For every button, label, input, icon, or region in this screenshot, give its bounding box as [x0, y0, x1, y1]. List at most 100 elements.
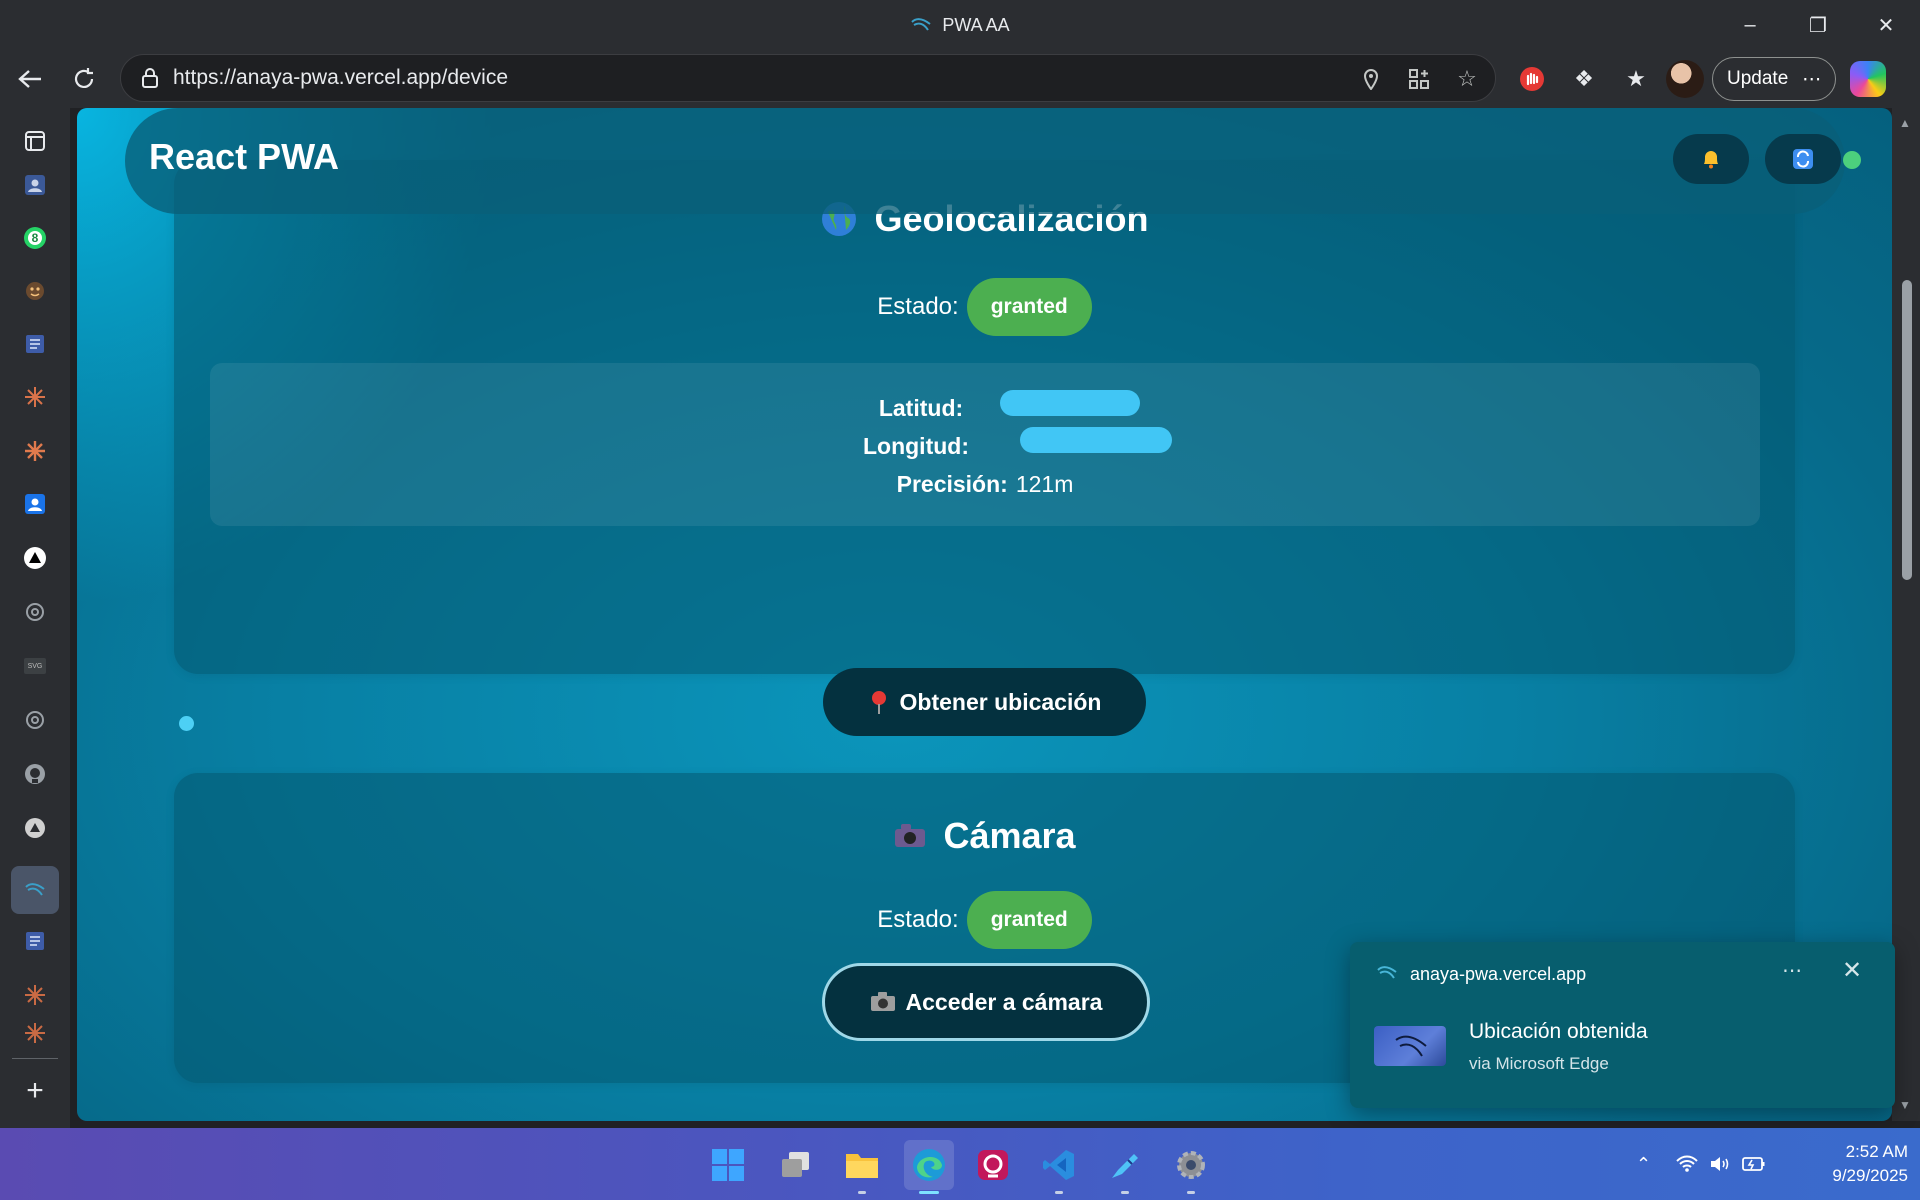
browser-toolbar: https://anaya-pwa.vercel.app/device ☆ ❖ … — [0, 50, 1920, 108]
latitude-label: Latitud: — [878, 395, 964, 421]
precision-value: 121m — [1015, 471, 1074, 497]
running-indicator — [1121, 1191, 1129, 1194]
svg-tool-icon[interactable]: SVG — [14, 645, 56, 687]
shield-app-icon — [978, 1150, 1008, 1180]
progress-dot — [179, 716, 194, 731]
refresh-icon — [1793, 149, 1813, 169]
tab-actions-icon[interactable] — [14, 120, 56, 162]
taskbar-clock[interactable]: 2:52 AM 9/29/2025 — [1790, 1140, 1908, 1188]
address-bar[interactable]: https://anaya-pwa.vercel.app/device ☆ — [120, 54, 1496, 102]
folder-icon — [846, 1154, 878, 1178]
copilot-icon[interactable] — [1850, 61, 1887, 97]
coordinates-panel: Latitud: Longitud: Precisión: 121m — [210, 363, 1760, 526]
sidebar-contact-icon[interactable] — [14, 164, 56, 206]
windows-taskbar: ⌃ 2:52 AM 9/29/2025 — [0, 1128, 1920, 1200]
update-button[interactable]: Update ⋯ — [1712, 57, 1837, 101]
pwa-favicon-icon — [1377, 966, 1397, 979]
cookie-extension-icon[interactable] — [14, 270, 56, 312]
online-status-icon — [1843, 151, 1861, 169]
adblock-extension-icon[interactable] — [1510, 57, 1554, 101]
longitude-row: Longitud: — [210, 433, 1760, 460]
notification-origin: anaya-pwa.vercel.app — [1410, 964, 1587, 984]
notification-subtext: via Microsoft Edge — [1469, 1054, 1609, 1073]
app-available-icon[interactable] — [1401, 68, 1437, 90]
app-header: React PWA — [125, 108, 1861, 214]
running-indicator — [1055, 1191, 1063, 1194]
contacts-blue-icon[interactable] — [14, 483, 56, 525]
scroll-down-icon[interactable]: ▼ — [1899, 1098, 1911, 1112]
window-title-group: PWA AA — [910, 15, 1010, 36]
design-tool-button[interactable] — [1100, 1140, 1150, 1194]
vercel-alt-icon[interactable] — [14, 807, 56, 849]
redaction-scribble — [1020, 427, 1172, 453]
geolocation-card: Geolocalización Estado: granted Latitud:… — [174, 160, 1795, 736]
battery-icon[interactable] — [1741, 1154, 1767, 1174]
window-controls: – ❐ ✕ — [1716, 0, 1920, 50]
clock-date: 9/29/2025 — [1832, 1166, 1908, 1185]
app-brand[interactable]: React PWA — [149, 136, 339, 178]
get-location-button[interactable]: Obtener ubicación — [823, 668, 1146, 736]
close-window-icon[interactable]: ✕ — [1852, 0, 1920, 50]
profile-avatar[interactable] — [1666, 60, 1704, 98]
redaction-scribble — [1000, 390, 1140, 416]
precision-row: Precisión: 121m — [210, 471, 1760, 498]
docs-icon[interactable] — [14, 323, 56, 365]
scrollbar-thumb[interactable] — [1902, 280, 1912, 580]
vercel-icon[interactable] — [14, 537, 56, 579]
lock-icon[interactable] — [135, 67, 165, 89]
extensions-icon[interactable]: ❖ — [1562, 57, 1606, 101]
file-explorer-button[interactable] — [837, 1140, 887, 1194]
get-location-label: Obtener ubicación — [899, 688, 1102, 715]
longitude-label: Longitud: — [862, 433, 969, 459]
claude-icon[interactable] — [14, 376, 56, 418]
browser-sidebar: 8 SVG + — [0, 108, 70, 1128]
whatsapp-icon[interactable]: 8 — [14, 217, 56, 259]
notification-toast[interactable]: anaya-pwa.vercel.app ⋯ ✕ Ubicación obten… — [1350, 942, 1895, 1108]
chevron-up-icon[interactable]: ⌃ — [1636, 1154, 1651, 1175]
camera-estado-row: Estado: granted — [174, 891, 1795, 949]
notification-more-icon[interactable]: ⋯ — [1782, 958, 1802, 983]
sync-button[interactable] — [1765, 134, 1841, 184]
claude-third-icon[interactable] — [14, 974, 56, 1016]
page-scrollbar[interactable]: ▲ ▼ — [1892, 108, 1920, 1121]
notifications-button[interactable] — [1673, 134, 1749, 184]
favorites-icon[interactable]: ★ — [1614, 57, 1658, 101]
volume-icon[interactable] — [1709, 1154, 1731, 1174]
add-sidebar-app-icon[interactable]: + — [14, 1070, 56, 1112]
access-camera-button[interactable]: Acceder a cámara — [822, 963, 1150, 1041]
edge-taskbar-button[interactable] — [904, 1140, 954, 1194]
sidebar-divider — [12, 1058, 58, 1059]
task-view-icon — [782, 1152, 809, 1177]
vpn-app-button[interactable] — [968, 1140, 1018, 1190]
settings-button[interactable] — [1166, 1140, 1216, 1194]
camera-icon — [895, 824, 926, 847]
more-options-icon: ⋯ — [1802, 68, 1822, 90]
pin-icon — [871, 691, 886, 714]
task-view-button[interactable] — [771, 1140, 821, 1190]
scroll-up-icon[interactable]: ▲ — [1899, 116, 1911, 130]
notification-close-icon[interactable]: ✕ — [1842, 956, 1862, 985]
restore-icon[interactable]: ❐ — [1784, 0, 1852, 50]
wifi-icon[interactable] — [1675, 1154, 1699, 1174]
minimize-icon[interactable]: – — [1716, 0, 1784, 50]
claude-partial-icon[interactable] — [14, 1020, 56, 1046]
notification-heading: Ubicación obtenida — [1469, 1020, 1648, 1043]
chatgpt-alt-icon[interactable] — [14, 699, 56, 741]
refresh-button[interactable] — [60, 57, 108, 101]
start-button[interactable] — [703, 1140, 753, 1190]
github-icon[interactable] — [14, 753, 56, 795]
location-icon[interactable] — [1353, 68, 1389, 90]
favorite-star-icon[interactable]: ☆ — [1449, 66, 1485, 92]
claude-alt-icon[interactable] — [14, 430, 56, 472]
back-arrow-icon — [18, 70, 41, 88]
back-button[interactable] — [6, 57, 54, 101]
docs-alt-icon[interactable] — [14, 920, 56, 962]
camera-title: Cámara — [943, 815, 1076, 856]
geolocation-status-badge: granted — [966, 278, 1092, 336]
chatgpt-icon[interactable] — [14, 591, 56, 633]
camera-estado-label: Estado: — [877, 906, 959, 933]
refresh-page-icon — [74, 68, 94, 88]
vscode-button[interactable] — [1034, 1140, 1084, 1194]
url-text[interactable]: https://anaya-pwa.vercel.app/device — [173, 66, 508, 90]
pwa-sidebar-app-icon[interactable] — [11, 866, 59, 914]
